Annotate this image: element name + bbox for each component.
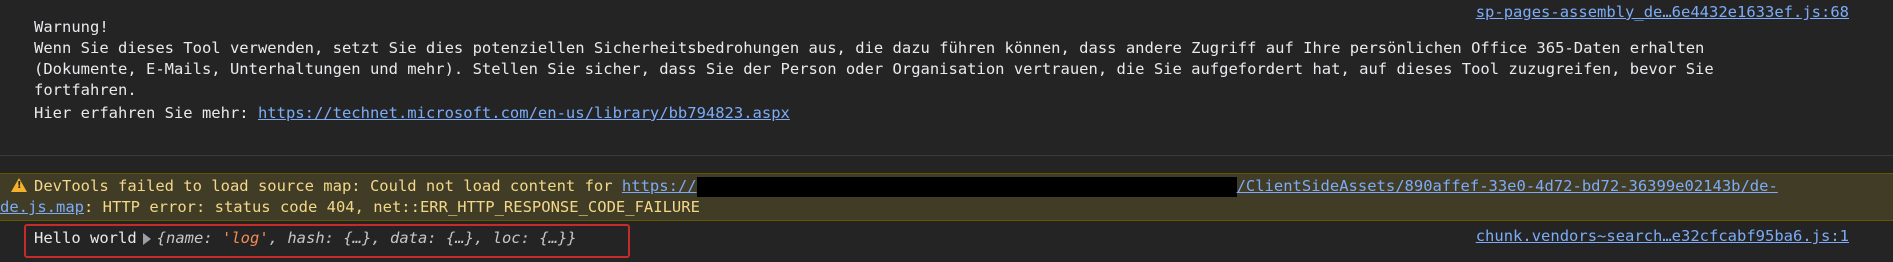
- warning-text-line-2: (Dokumente, E-Mails, Unterhaltungen und …: [34, 60, 1714, 78]
- log-object-preview[interactable]: {name: 'log', hash: {…}, data: {…}, loc:…: [157, 229, 577, 247]
- learn-more-line: Hier erfahren Sie mehr: https://technet.…: [34, 103, 790, 124]
- warning-text-line-1: Wenn Sie dieses Tool verwenden, setzt Si…: [34, 39, 1705, 57]
- console-message-info: sp-pages-assembly_de…6e4432e1633ef.js:68…: [0, 0, 1893, 156]
- source-link-sp-pages[interactable]: sp-pages-assembly_de…6e4432e1633ef.js:68: [1476, 2, 1849, 23]
- object-name-key: name:: [166, 229, 222, 247]
- redacted-url-block: [696, 176, 1237, 197]
- warning-text-line-3: fortfahren.: [34, 81, 137, 99]
- console-message-warning: ! DevTools failed to load source map: Co…: [0, 173, 1893, 221]
- learn-more-link[interactable]: https://technet.microsoft.com/en-us/libr…: [258, 104, 790, 122]
- learn-more-label: Hier erfahren Sie mehr:: [34, 104, 258, 122]
- object-open-brace: {: [156, 229, 166, 247]
- log-line: Hello world {name: 'log', hash: {…}, data…: [34, 228, 577, 249]
- warning-title: Warnung!: [34, 18, 109, 36]
- source-link-chunk-vendors[interactable]: chunk.vendors~search…e32cfcabf95ba6.js:1: [1476, 226, 1849, 247]
- object-rest: , hash: {…}, data: {…}, loc: {…}}: [268, 229, 577, 247]
- warning-line-1: DevTools failed to load source map: Coul…: [34, 176, 1778, 197]
- source-map-url-cont[interactable]: de.js.map: [0, 198, 84, 216]
- warning-suffix: : HTTP error: status code 404, net::ERR_…: [84, 198, 700, 216]
- log-text: Hello world: [34, 229, 137, 247]
- source-map-url-start[interactable]: https://: [622, 177, 697, 195]
- warning-line-2: de.js.map: HTTP error: status code 404, …: [0, 197, 700, 218]
- warning-prefix: DevTools failed to load source map: Coul…: [34, 177, 622, 195]
- object-name-value: 'log': [222, 229, 269, 247]
- expand-triangle-icon[interactable]: [142, 232, 151, 245]
- source-map-url-end[interactable]: /ClientSideAssets/890affef-33e0-4d72-bd7…: [1237, 177, 1778, 195]
- console-message-log: Hello world {name: 'log', hash: {…}, data…: [0, 222, 1893, 262]
- warning-exclamation-mark: !: [17, 180, 22, 191]
